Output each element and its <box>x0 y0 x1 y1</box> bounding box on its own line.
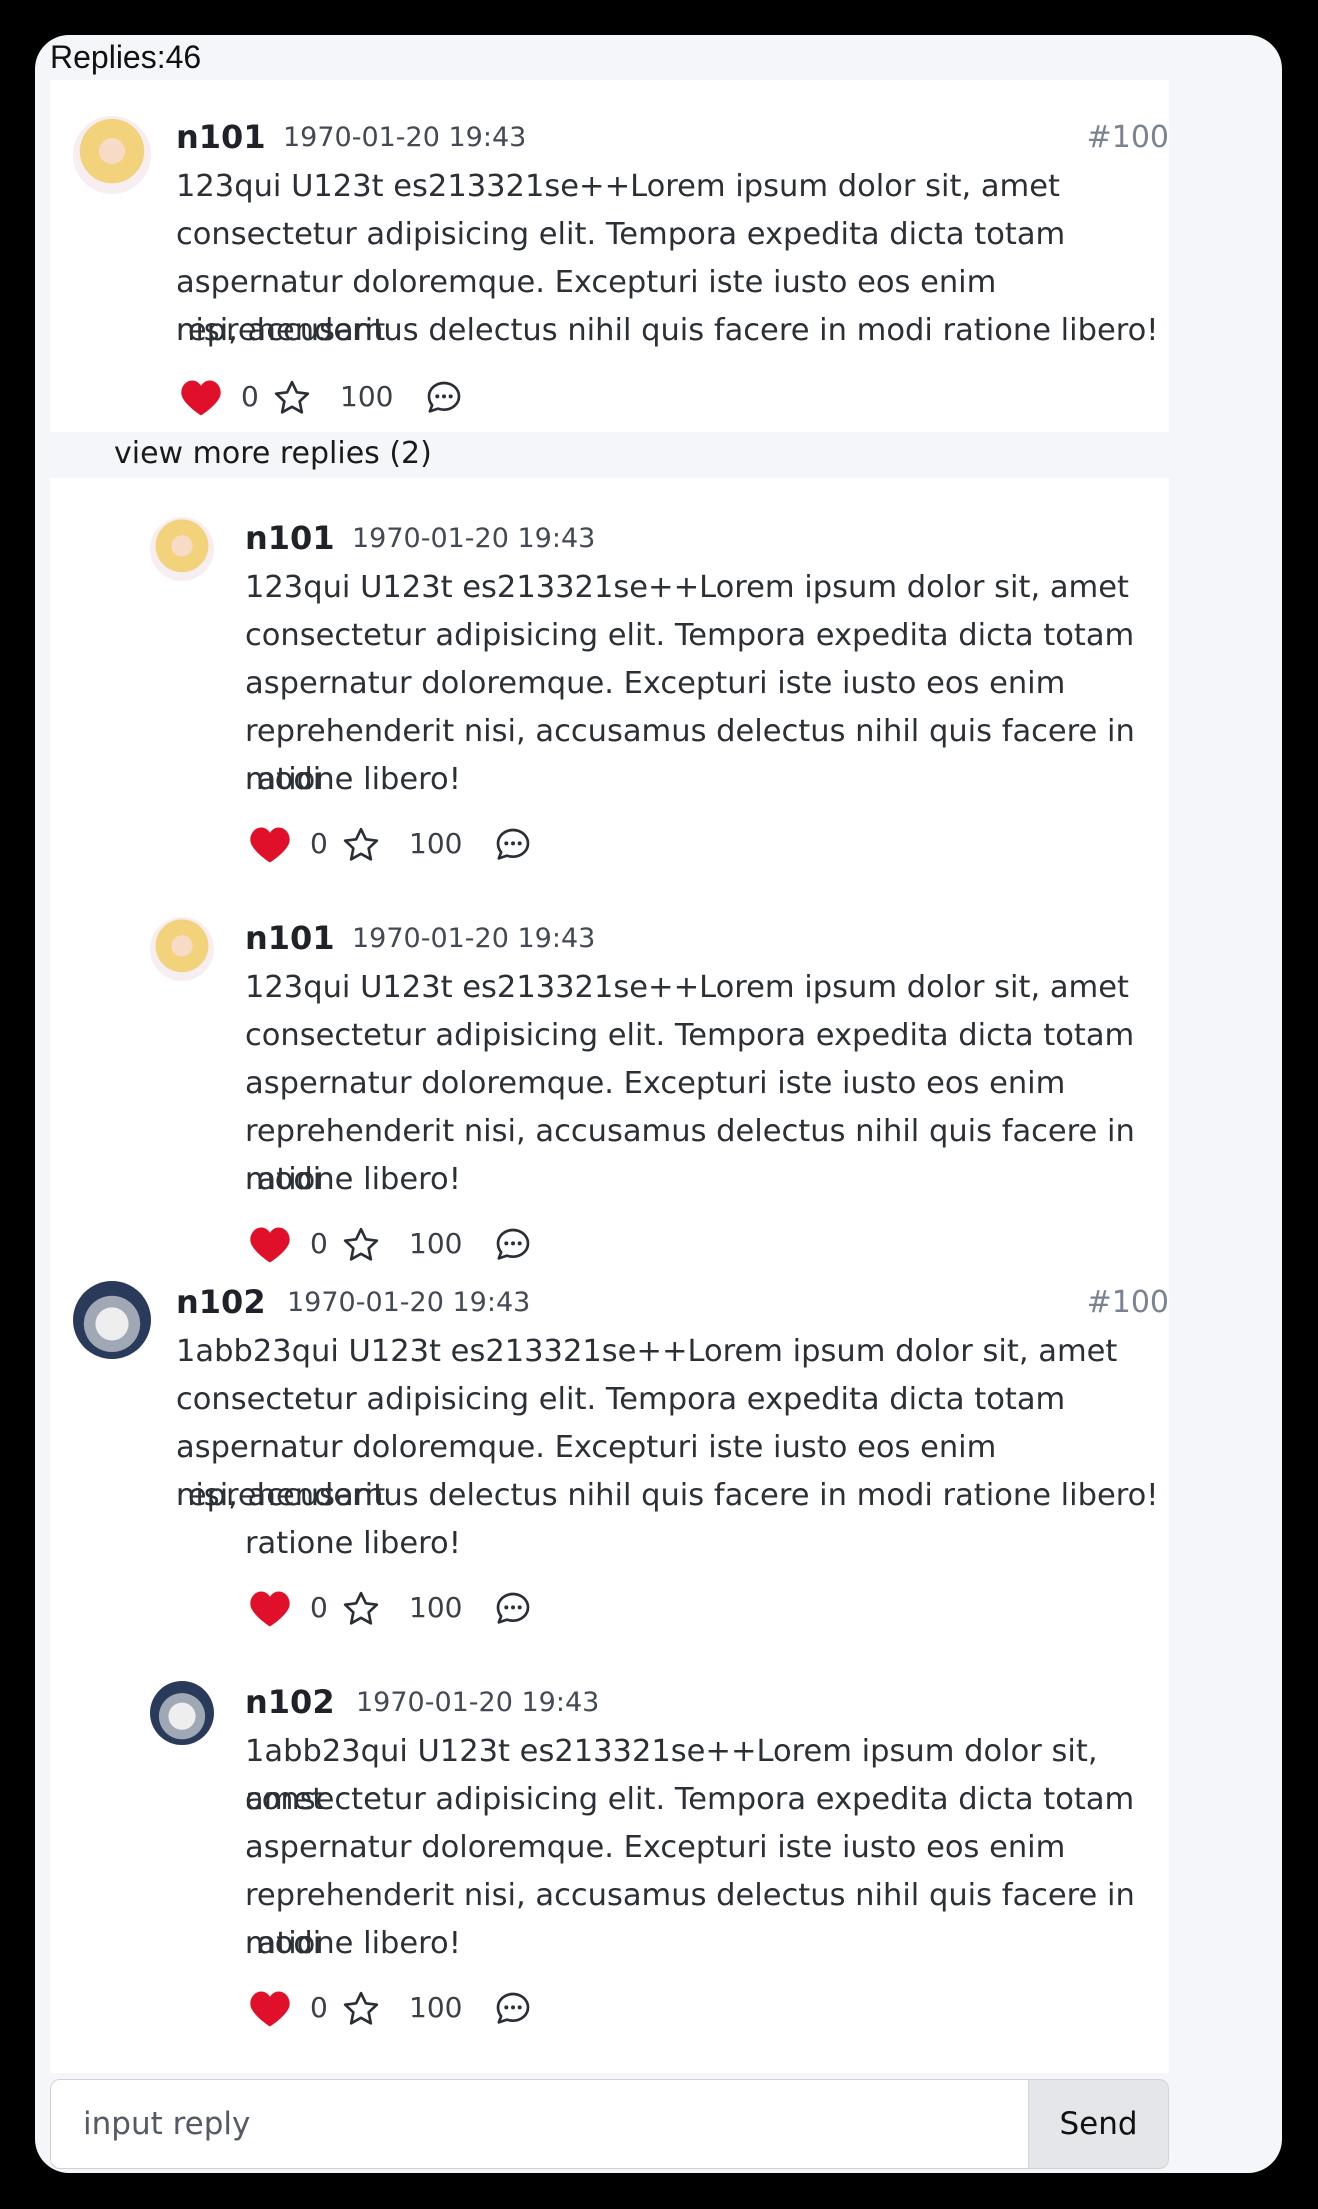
username[interactable]: n102 <box>176 1283 266 1321</box>
content-line: ratione libero! <box>245 1926 461 1961</box>
comment-icon <box>496 1228 530 1260</box>
floor-number: #100 <box>1086 120 1169 155</box>
timestamp: 1970-01-20 19:43 <box>352 923 596 954</box>
heart-icon <box>250 1591 290 1627</box>
heart-icon <box>250 827 290 863</box>
star-icon <box>343 1991 379 2025</box>
comment-icon <box>496 828 530 860</box>
reply-button[interactable] <box>493 1223 533 1267</box>
content-line: consectetur adipisicing elit. Tempora ex… <box>176 217 1066 252</box>
star-count: 100 <box>340 380 394 413</box>
star-count: 100 <box>409 827 463 860</box>
like-button[interactable] <box>249 1587 291 1631</box>
comment-icon <box>427 381 461 413</box>
star-button[interactable] <box>340 1223 382 1267</box>
star-button[interactable] <box>340 823 382 867</box>
content-line: 123qui U123t es213321se++Lorem ipsum dol… <box>245 970 1129 1005</box>
reply-actions: 0 100 <box>245 1987 645 2031</box>
username[interactable]: n102 <box>245 1683 335 1721</box>
like-button[interactable] <box>180 376 222 420</box>
comment-item: n102 1970-01-20 19:43 #100 1abb23qui U12… <box>50 1278 1169 1678</box>
avatar[interactable] <box>73 116 151 194</box>
content-line: 123qui U123t es213321se++Lorem ipsum dol… <box>176 169 1060 204</box>
star-icon <box>343 1227 379 1261</box>
star-icon <box>343 827 379 861</box>
content-line: nisi, accusamus delectus nihil quis face… <box>176 313 1159 348</box>
content-line: ratione libero! <box>245 1526 461 1561</box>
heart-icon <box>181 380 221 416</box>
reply-form: Send <box>50 2079 1169 2173</box>
username[interactable]: n101 <box>245 519 335 557</box>
timestamp: 1970-01-20 19:43 <box>356 1687 600 1718</box>
reply-item: n102 1970-01-20 19:43 1abb23qui U123t es… <box>50 1678 1169 2073</box>
avatar[interactable] <box>150 517 214 581</box>
like-button[interactable] <box>249 1987 291 2031</box>
timestamp: 1970-01-20 19:43 <box>287 1287 531 1318</box>
like-button[interactable] <box>249 1223 291 1267</box>
content-line: consectetur adipisicing elit. Tempora ex… <box>245 1782 1135 1817</box>
comment-actions: 0 100 <box>176 376 576 420</box>
like-count: 0 <box>310 1591 328 1624</box>
comment-actions: 0 100 <box>245 1587 645 1631</box>
reply-input[interactable] <box>50 2079 1028 2169</box>
replies-count: Replies:46 <box>50 39 202 75</box>
heart-icon <box>250 1991 290 2027</box>
content-line: 1abb23qui U123t es213321se++Lorem ipsum … <box>176 1334 1118 1369</box>
comment-panel: Replies:46 n101 1970-01-20 19:43 #100 12… <box>35 35 1282 2173</box>
floor-number: #100 <box>1086 1285 1169 1320</box>
username[interactable]: n101 <box>245 919 335 957</box>
content-line: aspernatur doloremque. Excepturi iste iu… <box>245 1830 1066 1865</box>
reply-item: n101 1970-01-20 19:43 123qui U123t es213… <box>50 878 1169 1278</box>
reply-button[interactable] <box>424 376 464 420</box>
reply-button[interactable] <box>493 823 533 867</box>
reply-button[interactable] <box>493 1987 533 2031</box>
content-line: aspernatur doloremque. Excepturi iste iu… <box>245 1066 1066 1101</box>
reply-actions: 0 100 <box>245 823 645 867</box>
send-button[interactable]: Send <box>1028 2079 1169 2169</box>
like-count: 0 <box>241 380 259 413</box>
star-count: 100 <box>409 1991 463 2024</box>
content-line: aspernatur doloremque. Excepturi iste iu… <box>245 666 1066 701</box>
timestamp: 1970-01-20 19:43 <box>283 122 527 153</box>
timestamp: 1970-01-20 19:43 <box>352 523 596 554</box>
content-line: ratione libero! <box>245 762 461 797</box>
star-button[interactable] <box>271 376 313 420</box>
avatar[interactable] <box>150 917 214 981</box>
star-icon <box>274 380 310 414</box>
reply-item: n101 1970-01-20 19:43 123qui U123t es213… <box>50 478 1169 878</box>
star-count: 100 <box>409 1227 463 1260</box>
view-more-replies-link[interactable]: view more replies (2) <box>114 436 432 471</box>
avatar[interactable] <box>73 1281 151 1359</box>
content-line: consectetur adipisicing elit. Tempora ex… <box>245 618 1135 653</box>
view-more-bar: view more replies (2) <box>50 432 1169 478</box>
comment-icon <box>496 1592 530 1624</box>
avatar[interactable] <box>150 1681 214 1745</box>
comment-item: n101 1970-01-20 19:43 #100 123qui U123t … <box>50 80 1169 425</box>
content-line: consectetur adipisicing elit. Tempora ex… <box>245 1018 1135 1053</box>
username[interactable]: n101 <box>176 118 266 156</box>
content-line: nisi, accusamus delectus nihil quis face… <box>176 1478 1159 1513</box>
star-icon <box>343 1591 379 1625</box>
comment-icon <box>496 1992 530 2024</box>
content-line: consectetur adipisicing elit. Tempora ex… <box>176 1382 1066 1417</box>
reply-button[interactable] <box>493 1587 533 1631</box>
content-line: ratione libero! <box>245 1162 461 1197</box>
star-count: 100 <box>409 1591 463 1624</box>
star-button[interactable] <box>340 1987 382 2031</box>
like-count: 0 <box>310 1991 328 2024</box>
content-line: 123qui U123t es213321se++Lorem ipsum dol… <box>245 570 1129 605</box>
comment-feed: n101 1970-01-20 19:43 #100 123qui U123t … <box>50 80 1169 2073</box>
reply-actions: 0 100 <box>245 1223 645 1267</box>
heart-icon <box>250 1227 290 1263</box>
star-button[interactable] <box>340 1587 382 1631</box>
like-count: 0 <box>310 1227 328 1260</box>
like-count: 0 <box>310 827 328 860</box>
like-button[interactable] <box>249 823 291 867</box>
